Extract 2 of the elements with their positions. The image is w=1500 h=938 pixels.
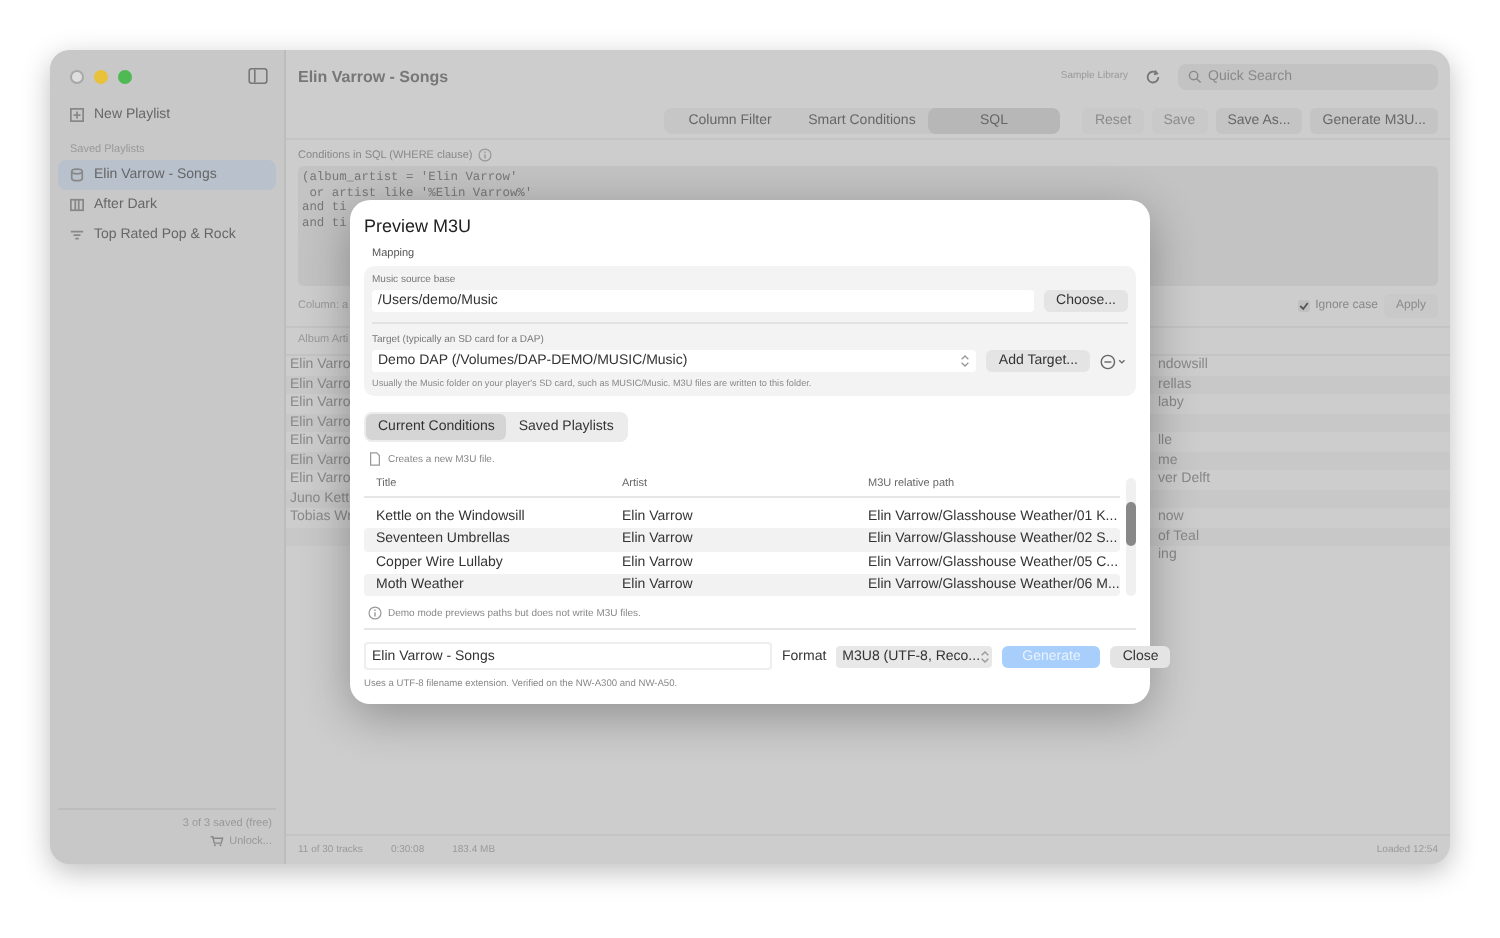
window-title: Elin Varrow - Songs xyxy=(298,67,449,85)
dialog-title: Preview M3U xyxy=(364,216,474,236)
